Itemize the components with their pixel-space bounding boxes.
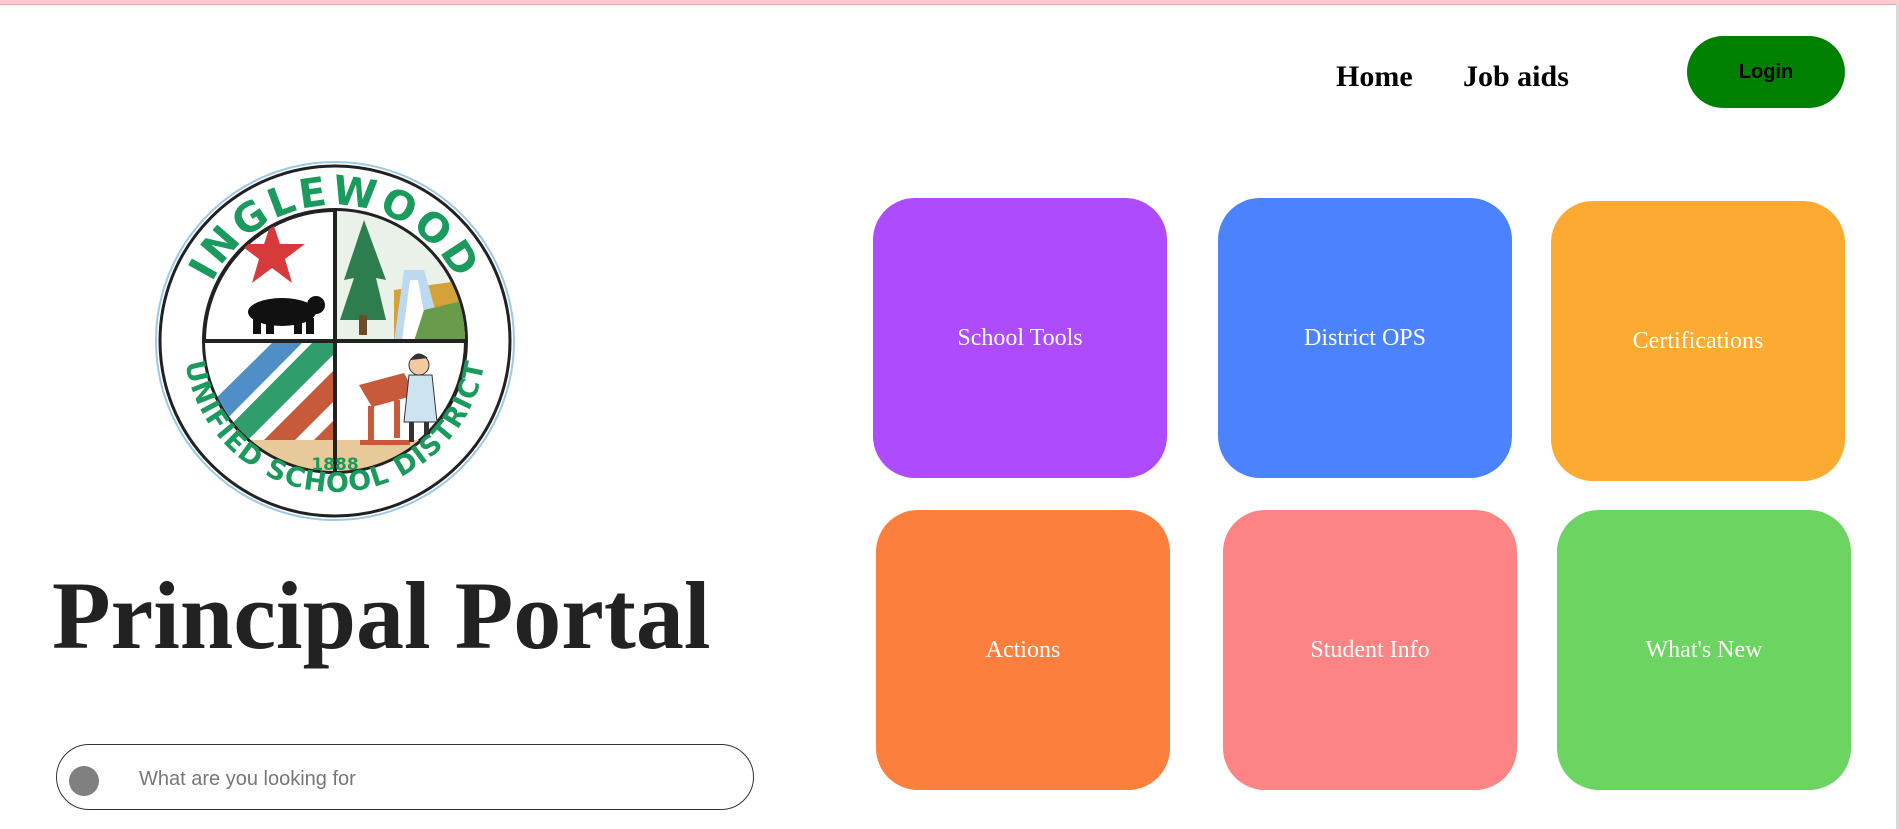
- tile-whats-new[interactable]: What's New: [1557, 510, 1851, 790]
- tile-district-ops[interactable]: District OPS: [1218, 198, 1512, 478]
- search-box[interactable]: [56, 744, 754, 810]
- tile-label: District OPS: [1303, 324, 1426, 351]
- search-icon: [69, 766, 99, 796]
- nav-home-link[interactable]: Home: [1336, 60, 1413, 94]
- tile-label: Student Info: [1310, 636, 1430, 663]
- tile-label: School Tools: [957, 324, 1083, 351]
- district-seal-logo: INGLEWOOD UNIFIED SCHOOL DISTRICT 1888: [155, 161, 515, 521]
- tile-school-tools[interactable]: School Tools: [873, 198, 1167, 478]
- page-title: Principal Portal: [52, 562, 711, 669]
- tile-label: Certifications: [1632, 327, 1764, 354]
- top-border: [0, 0, 1899, 5]
- tile-label: What's New: [1645, 636, 1763, 663]
- tile-actions[interactable]: Actions: [876, 510, 1170, 790]
- login-button[interactable]: Login: [1687, 36, 1845, 108]
- tile-student-info[interactable]: Student Info: [1223, 510, 1517, 790]
- nav-job-aids-link[interactable]: Job aids: [1463, 60, 1569, 94]
- tile-certifications[interactable]: Certifications: [1551, 201, 1845, 481]
- seal-year: 1888: [311, 455, 358, 475]
- tile-label: Actions: [985, 636, 1061, 663]
- search-input[interactable]: [137, 759, 731, 799]
